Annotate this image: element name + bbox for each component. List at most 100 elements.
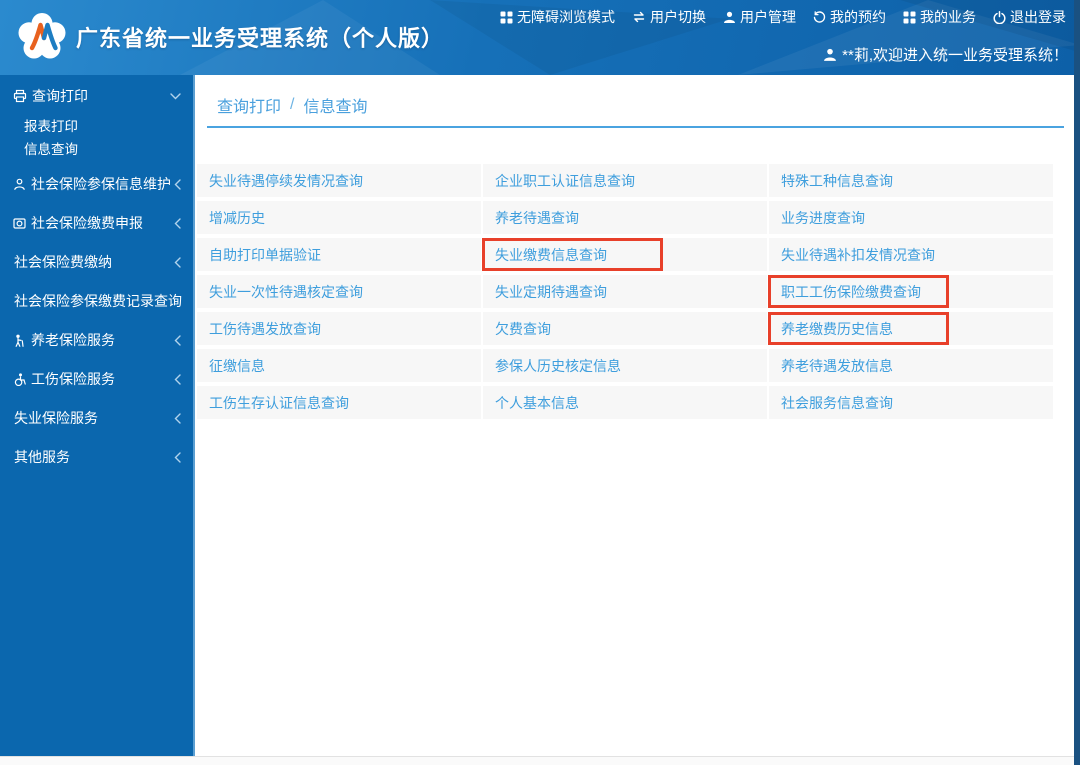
history-icon: [813, 10, 826, 23]
sidebar-item-label: 失业保险服务: [14, 410, 98, 426]
sidebar-item-label: 社会保险费缴纳: [14, 254, 112, 270]
sidebar-item-unemployment-service[interactable]: 失业保险服务: [0, 401, 193, 435]
query-link[interactable]: 失业缴费信息查询: [495, 245, 607, 265]
chevron-left-icon: [174, 217, 181, 229]
query-link-cell[interactable]: 征缴信息: [197, 349, 481, 382]
sidebar-item-injury-service[interactable]: 工伤保险服务: [0, 362, 193, 396]
power-icon: [993, 10, 1006, 24]
user-management-button[interactable]: 用户管理: [723, 7, 796, 27]
sidebar-item-payment-record-query[interactable]: 社会保险参保缴费记录查询: [0, 284, 193, 318]
chevron-left-icon: [174, 178, 181, 190]
sidebar-item-label: 社会保险缴费申报: [31, 215, 143, 231]
query-link-cell-highlighted[interactable]: 失业缴费信息查询: [482, 238, 767, 271]
query-link[interactable]: 增减历史: [209, 208, 265, 228]
query-link-cell[interactable]: 失业一次性待遇核定查询: [197, 275, 481, 308]
elderly-icon: [15, 334, 24, 347]
query-link[interactable]: 失业待遇补扣发情况查询: [781, 245, 935, 265]
breadcrumb-separator: /: [290, 96, 295, 113]
query-link-cell[interactable]: 失业定期待遇查询: [483, 275, 767, 308]
menu-label: 我的业务: [920, 9, 976, 25]
menu-label: 用户切换: [650, 9, 706, 25]
query-link[interactable]: 失业一次性待遇核定查询: [209, 282, 363, 302]
query-link-cell[interactable]: 业务进度查询: [769, 201, 1053, 234]
sidebar-subitem-label: 信息查询: [24, 141, 78, 157]
query-link[interactable]: 自助打印单据验证: [209, 245, 321, 265]
user-icon: [824, 48, 837, 61]
logout-button[interactable]: 退出登录: [993, 7, 1066, 27]
query-link-cell-highlighted[interactable]: 养老缴费历史信息: [768, 312, 1053, 345]
chevron-left-icon: [174, 451, 181, 463]
accessibility-grid-icon: [500, 11, 513, 23]
grid-icon: [903, 11, 916, 23]
menu-label: 用户管理: [740, 9, 796, 25]
sidebar-item-pension-service[interactable]: 养老保险服务: [0, 323, 193, 357]
menu-label: 无障碍浏览模式: [517, 9, 615, 25]
my-appointments-button[interactable]: 我的预约: [813, 7, 886, 27]
query-link-cell[interactable]: 工伤待遇发放查询: [197, 312, 481, 345]
person-icon: [14, 178, 25, 190]
sidebar-item-report-print[interactable]: 报表打印: [0, 113, 193, 136]
sidebar-item-label: 养老保险服务: [31, 332, 115, 348]
app-logo-icon: [18, 13, 66, 59]
query-link-cell[interactable]: 工伤生存认证信息查询: [197, 386, 481, 419]
user-icon: [724, 11, 735, 23]
query-link[interactable]: 养老缴费历史信息: [781, 319, 893, 339]
query-link[interactable]: 工伤待遇发放查询: [209, 319, 321, 339]
query-link[interactable]: 业务进度查询: [781, 208, 865, 228]
chevron-down-icon: [170, 92, 181, 99]
chevron-left-icon: [174, 256, 181, 268]
query-link-cell[interactable]: 失业待遇停续发情况查询: [197, 164, 481, 197]
sidebar-item-query-print[interactable]: 查询打印: [0, 79, 193, 113]
query-link-cell[interactable]: 企业职工认证信息查询: [483, 164, 767, 197]
menu-label: 我的预约: [830, 9, 886, 25]
declare-icon: [13, 217, 26, 229]
query-link-cell[interactable]: 特殊工种信息查询: [769, 164, 1053, 197]
query-link[interactable]: 养老待遇查询: [495, 208, 579, 228]
sidebar-submenu: 报表打印 信息查询: [0, 113, 193, 159]
query-link-cell[interactable]: 增减历史: [197, 201, 481, 234]
chevron-left-icon: [174, 334, 181, 346]
query-link[interactable]: 企业职工认证信息查询: [495, 171, 635, 191]
page-title: 广东省统一业务受理系统（个人版）: [76, 26, 445, 51]
query-link-cell[interactable]: 养老待遇查询: [483, 201, 767, 234]
query-link[interactable]: 失业待遇停续发情况查询: [209, 171, 363, 191]
switch-user-button[interactable]: 用户切换: [632, 7, 706, 27]
vertical-scrollbar[interactable]: [1074, 0, 1080, 765]
wheelchair-icon: [14, 372, 26, 386]
query-link[interactable]: 征缴信息: [209, 356, 265, 376]
query-link[interactable]: 工伤生存认证信息查询: [209, 393, 349, 413]
query-link[interactable]: 特殊工种信息查询: [781, 171, 893, 191]
query-link[interactable]: 欠费查询: [495, 319, 551, 339]
sidebar-item-label: 社会保险参保信息维护: [31, 176, 171, 192]
query-link[interactable]: 职工工伤保险缴费查询: [781, 282, 921, 302]
chevron-left-icon: [174, 373, 181, 385]
query-link-cell[interactable]: 自助打印单据验证: [197, 238, 481, 271]
query-link[interactable]: 社会服务信息查询: [781, 393, 893, 413]
accessible-mode-button[interactable]: 无障碍浏览模式: [500, 7, 615, 27]
sidebar-item-insurance-info-maintain[interactable]: 社会保险参保信息维护: [0, 167, 193, 201]
sidebar-item-payment-declare[interactable]: 社会保险缴费申报: [0, 206, 193, 240]
sidebar-item-fee-payment[interactable]: 社会保险费缴纳: [0, 245, 193, 279]
horizontal-scrollbar-track[interactable]: [0, 756, 1080, 765]
query-link[interactable]: 失业定期待遇查询: [495, 282, 607, 302]
query-link-cell[interactable]: 失业待遇补扣发情况查询: [769, 238, 1053, 271]
query-link-cell[interactable]: 参保人历史核定信息: [483, 349, 767, 382]
query-link-cell[interactable]: 社会服务信息查询: [769, 386, 1053, 419]
chevron-left-icon: [174, 412, 181, 424]
sidebar-item-info-query[interactable]: 信息查询: [0, 136, 193, 159]
query-link[interactable]: 参保人历史核定信息: [495, 356, 621, 376]
my-business-button[interactable]: 我的业务: [903, 7, 976, 27]
sidebar-item-label: 其他服务: [14, 449, 70, 465]
breadcrumb-parent[interactable]: 查询打印: [217, 93, 281, 117]
query-link-cell[interactable]: 欠费查询: [483, 312, 767, 345]
welcome-text: **莉,欢迎进入统一业务受理系统！: [842, 47, 1068, 64]
sidebar: 查询打印 报表打印 信息查询 社会保险参保信息维护 社会保险缴费申报 社会保险费…: [0, 75, 195, 756]
query-link-cell-highlighted[interactable]: 职工工伤保险缴费查询: [768, 275, 1053, 308]
query-link-cell[interactable]: 养老待遇发放信息: [769, 349, 1053, 382]
sidebar-item-other-service[interactable]: 其他服务: [0, 440, 193, 474]
brand: 广东省统一业务受理系统（个人版）: [16, 11, 444, 63]
breadcrumb-current[interactable]: 信息查询: [303, 93, 367, 117]
query-link-cell[interactable]: 个人基本信息: [483, 386, 767, 419]
query-link[interactable]: 个人基本信息: [495, 393, 579, 413]
query-link[interactable]: 养老待遇发放信息: [781, 356, 893, 376]
